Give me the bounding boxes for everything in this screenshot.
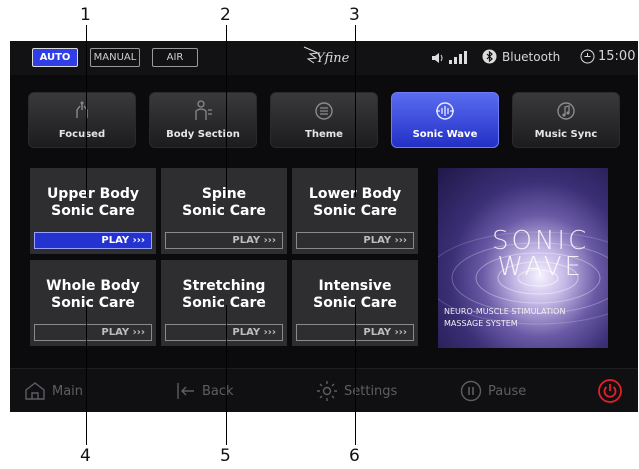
- callout-number-3: 3: [349, 5, 360, 25]
- hands-icon: [29, 100, 135, 126]
- program-card-stretching[interactable]: Stretching Sonic Care PLAY ›››: [161, 260, 287, 346]
- tab-label: Focused: [58, 129, 106, 140]
- program-card-upper-body[interactable]: Upper Body Sonic Care PLAY ›››: [30, 168, 156, 254]
- tab-body-section[interactable]: Body Section: [149, 92, 257, 148]
- program-title: Stretching Sonic Care: [182, 278, 266, 311]
- tab-theme[interactable]: Theme: [270, 92, 378, 148]
- sonic-wave-title: SONIC WAVE: [492, 226, 590, 282]
- pause-icon: [460, 380, 482, 402]
- mode-air-button[interactable]: AIR: [152, 48, 198, 67]
- home-icon: [25, 382, 45, 400]
- tab-label: Music Sync: [534, 129, 598, 140]
- pause-label: Pause: [488, 383, 527, 399]
- clock-icon: [580, 49, 595, 68]
- program-title: Upper Body Sonic Care: [46, 186, 140, 219]
- sonic-wave-icon: [392, 100, 498, 126]
- callout-number-2: 2: [220, 5, 231, 25]
- sonic-wave-image: SONIC WAVE NEURO-MUSCLE STIMULATION MASSAG…: [438, 168, 608, 348]
- play-button[interactable]: PLAY ›››: [34, 232, 152, 249]
- settings-button[interactable]: Settings: [316, 369, 397, 412]
- sonic-wave-subtitle: NEURO-MUSCLE STIMULATION MASSAGE SYSTEM: [444, 307, 566, 328]
- play-button[interactable]: PLAY ›››: [165, 324, 283, 341]
- callout-line-5: [226, 305, 227, 445]
- callout-number-1: 1: [80, 5, 91, 25]
- theme-icon: [271, 100, 377, 126]
- tab-label: Sonic Wave: [412, 129, 478, 140]
- bluetooth-label: Bluetooth: [502, 50, 561, 64]
- program-card-spine[interactable]: Spine Sonic Care PLAY ›››: [161, 168, 287, 254]
- callout-line-3: [355, 25, 356, 197]
- power-icon: [598, 379, 622, 403]
- bluetooth-icon: [482, 49, 497, 68]
- callout-number-4: 4: [80, 446, 91, 466]
- callout-line-6: [355, 305, 356, 445]
- tab-sonic-wave[interactable]: Sonic Wave: [391, 92, 499, 148]
- play-button[interactable]: PLAY ›››: [34, 324, 152, 341]
- tab-music-sync[interactable]: Music Sync: [512, 92, 620, 148]
- back-arrow-icon: [177, 383, 194, 399]
- mode-auto-button[interactable]: AUTO: [32, 48, 78, 67]
- play-button[interactable]: PLAY ›››: [296, 232, 414, 249]
- main-button[interactable]: Main: [24, 369, 83, 412]
- program-title: Spine Sonic Care: [182, 186, 266, 219]
- program-card-whole-body[interactable]: Whole Body Sonic Care PLAY ›››: [30, 260, 156, 346]
- tab-focused[interactable]: Focused: [28, 92, 136, 148]
- mode-manual-button[interactable]: MANUAL: [90, 48, 140, 67]
- signal-icon: [448, 50, 468, 69]
- body-section-icon: [150, 100, 256, 126]
- callout-line-2: [226, 25, 227, 197]
- music-note-icon: [513, 100, 619, 126]
- main-label: Main: [52, 383, 84, 399]
- callout-line-1: [86, 25, 87, 197]
- clock-time: 15:00: [598, 49, 636, 64]
- program-title: Whole Body Sonic Care: [46, 278, 140, 311]
- device-screen: AUTO MANUAL AIR Yfine Bluetooth 15:00 Fo…: [10, 41, 638, 412]
- callout-number-6: 6: [349, 446, 360, 466]
- power-button[interactable]: [598, 369, 628, 412]
- pause-button[interactable]: Pause: [460, 369, 526, 412]
- status-bar: AUTO MANUAL AIR Yfine Bluetooth 15:00: [10, 41, 638, 75]
- back-label: Back: [202, 383, 234, 399]
- settings-label: Settings: [344, 383, 398, 399]
- play-button[interactable]: PLAY ›››: [165, 232, 283, 249]
- bottom-nav-bar: Main Back Settings Pause: [10, 368, 638, 412]
- back-button[interactable]: Back: [174, 369, 234, 412]
- callout-line-4: [86, 305, 87, 445]
- volume-icon: [430, 50, 446, 69]
- callout-number-5: 5: [220, 446, 231, 466]
- gear-icon: [317, 381, 337, 401]
- brand-logo-text: Yfine: [316, 51, 350, 66]
- tab-label: Theme: [305, 129, 343, 140]
- tab-label: Body Section: [166, 129, 240, 140]
- brand-logo: Yfine: [302, 45, 350, 73]
